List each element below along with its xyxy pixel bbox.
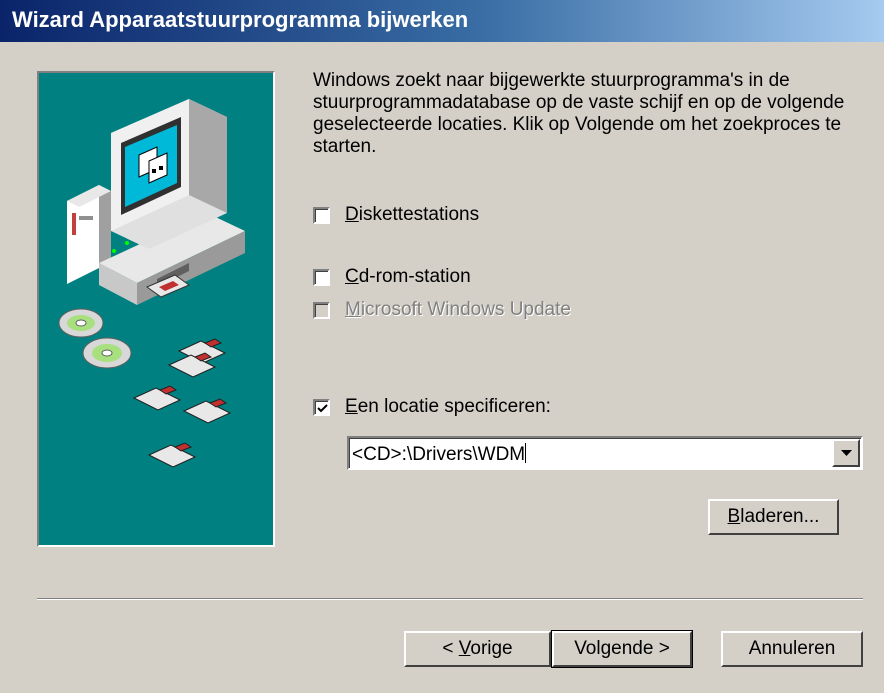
diskettestations-label[interactable]: Diskettestations [345, 204, 479, 226]
wizard-illustration [37, 71, 275, 547]
back-button[interactable]: < Vorige [404, 631, 551, 667]
specify-location-label[interactable]: Een locatie specificeren: [345, 396, 551, 418]
windows-update-label: Microsoft Windows Update [345, 299, 571, 320]
location-dropdown-button[interactable] [832, 439, 860, 467]
windows-update-checkbox [313, 301, 330, 319]
dropdown-arrow-icon [841, 450, 852, 456]
cd-icon [58, 308, 132, 369]
separator [37, 598, 863, 600]
option-diskettestations[interactable]: Diskettestations [313, 203, 479, 227]
next-button[interactable]: Volgende > [551, 630, 693, 668]
description-text: Windows zoekt naar bijgewerkte stuurprog… [313, 70, 845, 157]
window-title: Wizard Apparaatstuurprogramma bijwerken [12, 7, 469, 32]
cancel-button[interactable]: Annuleren [721, 631, 863, 667]
location-input[interactable]: <CD>:\Drivers\WDM [352, 443, 527, 466]
cd-rom-station-checkbox[interactable] [313, 268, 330, 286]
checkmark-icon [317, 403, 328, 412]
diskettestations-checkbox[interactable] [313, 206, 330, 224]
option-windows-update: Microsoft Windows Update [313, 298, 571, 322]
specify-location-checkbox[interactable] [313, 398, 330, 416]
option-specify-location[interactable]: Een locatie specificeren: [313, 395, 551, 419]
browse-button[interactable]: Bladeren... [708, 499, 839, 535]
option-cd-rom-station[interactable]: Cd-rom-station [313, 265, 471, 289]
cd-rom-station-label[interactable]: Cd-rom-station [345, 266, 471, 288]
floppy-disk-icon [132, 338, 232, 468]
title-bar[interactable]: Wizard Apparaatstuurprogramma bijwerken [0, 0, 884, 42]
computer-icon [67, 99, 245, 305]
location-combobox[interactable]: <CD>:\Drivers\WDM [347, 436, 863, 470]
